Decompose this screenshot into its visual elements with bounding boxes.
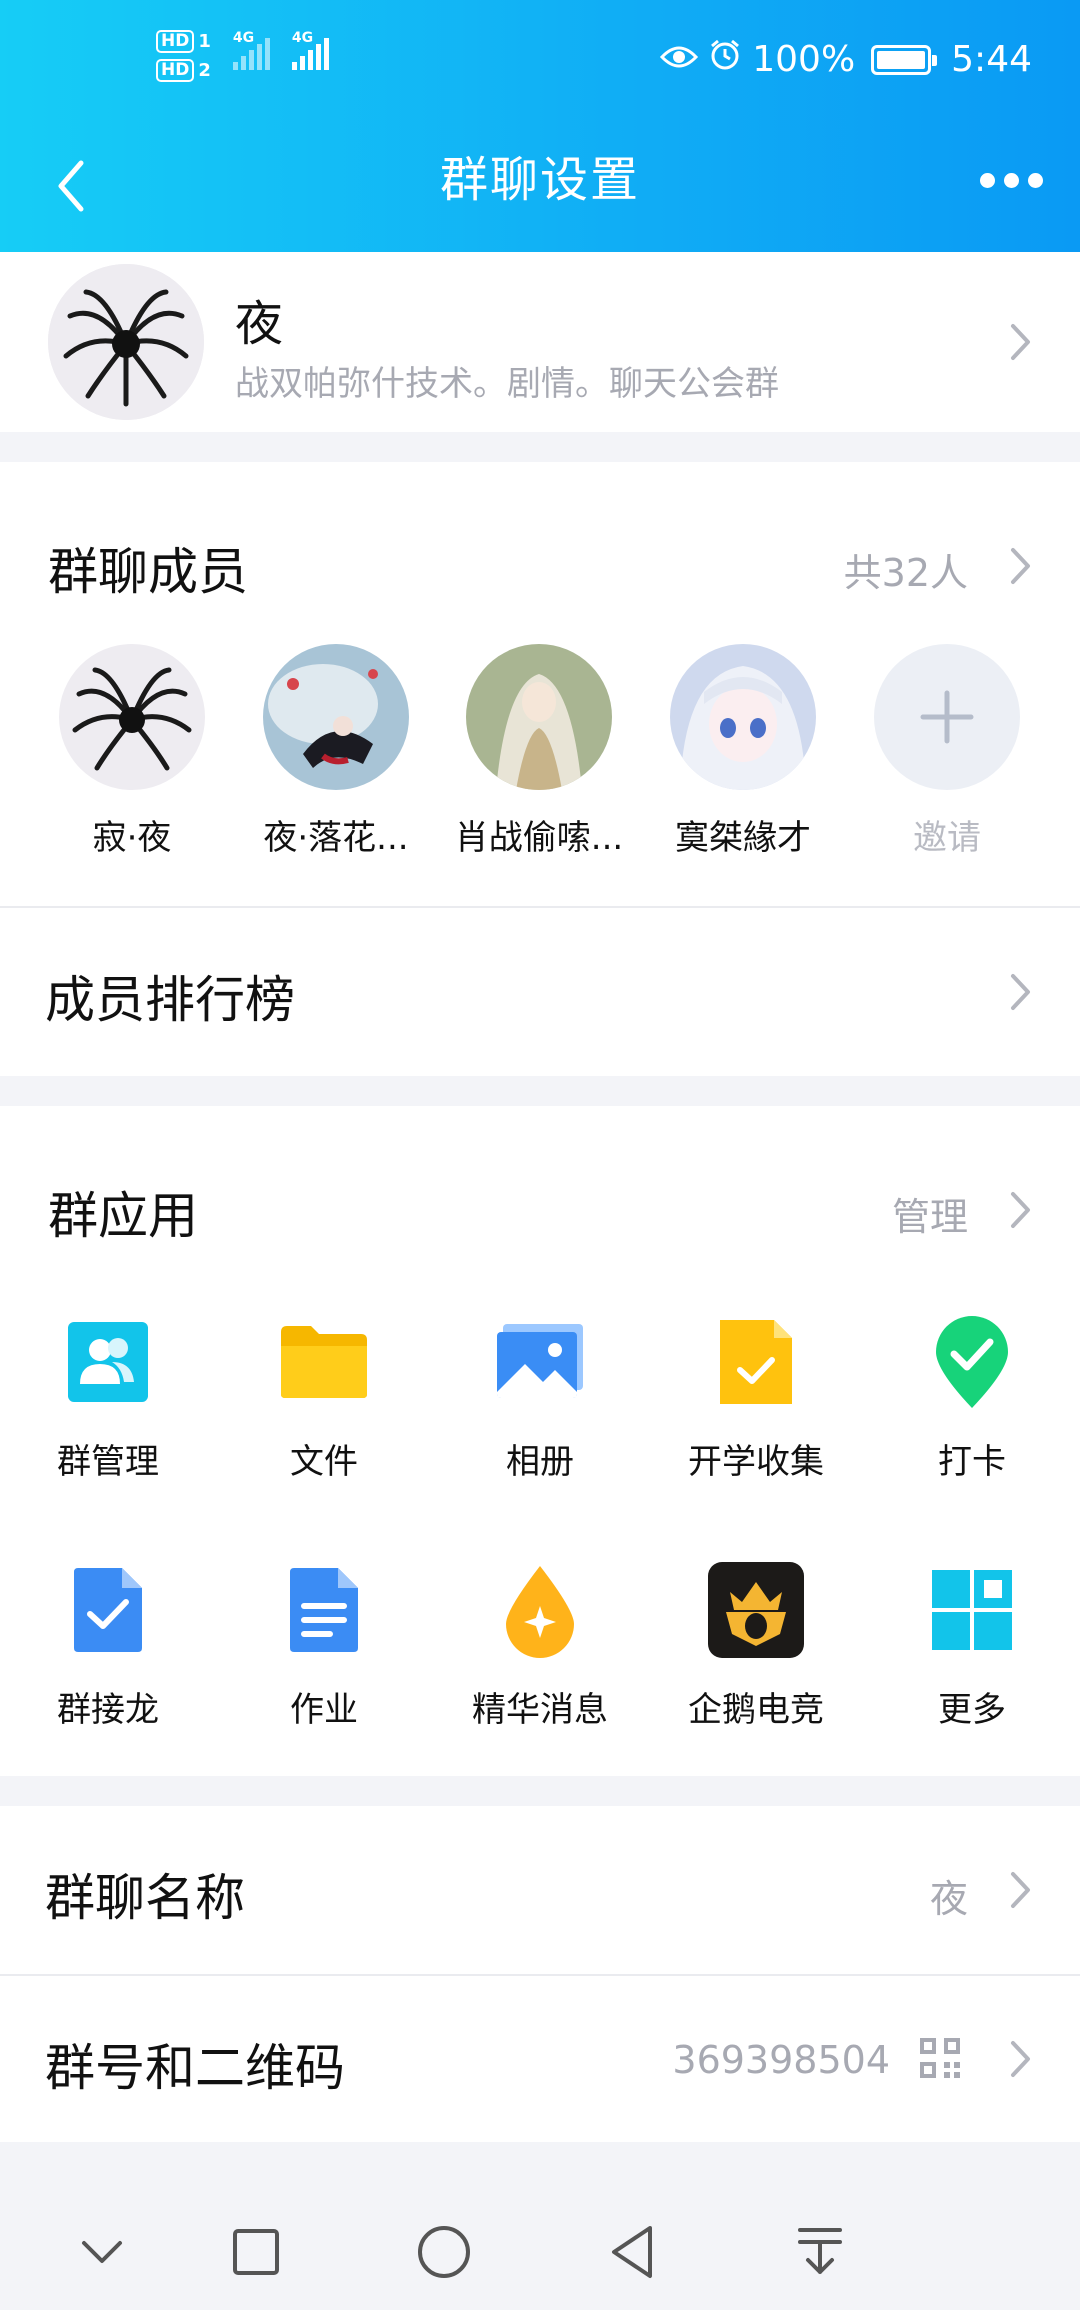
member-ranking-row[interactable]: 成员排行榜 [0, 908, 1080, 1076]
group-name-value: 夜 [929, 1877, 968, 1921]
battery-percent: 100% [752, 39, 856, 80]
member-item[interactable]: 寂·夜 [37, 644, 227, 859]
group-name: 夜 [235, 296, 284, 352]
app-label: 更多 [938, 1690, 1006, 1730]
collapse-button[interactable] [62, 2212, 142, 2292]
triangle-back-icon [612, 2226, 652, 2278]
signal-icon-sim2: 4G [291, 30, 329, 70]
chevron-down-icon [82, 2241, 122, 2263]
status-right: 100% 5:44 [660, 38, 1032, 81]
notification-pulldown-button[interactable] [780, 2212, 860, 2292]
more-button[interactable] [966, 150, 1056, 210]
chevron-right-icon [1011, 974, 1030, 1010]
folder-icon [276, 1314, 372, 1410]
member-name: 寂·夜 [92, 818, 172, 858]
hd-badge-2: HD 2 [156, 59, 211, 82]
add-icon [874, 644, 1020, 790]
alarm-icon [708, 38, 742, 81]
avatar [466, 644, 612, 790]
app-label: 作业 [290, 1690, 358, 1730]
group-apps-section: 群应用 管理 群管理 文件 相册 开学收集 打卡 群接龙 作业 精华消息 企鹅电… [0, 1106, 1080, 1776]
member-name: 夜·落花... [263, 818, 409, 858]
chevron-right-icon [1011, 324, 1030, 360]
chevron-right-icon[interactable] [1008, 546, 1034, 586]
group-id-value: 369398504 [672, 2038, 890, 2082]
group-description: 战双帕弥什技术。剧情。聊天公会群 [235, 364, 779, 404]
app-label: 群管理 [57, 1442, 159, 1482]
member-item[interactable]: 肖战偷嗦... [444, 644, 634, 859]
chevron-right-icon [1011, 2041, 1030, 2077]
relay-icon [60, 1562, 156, 1658]
eye-icon [660, 39, 699, 80]
homework-icon [276, 1562, 372, 1658]
essence-icon [492, 1562, 588, 1658]
member-name: 寞桀緣才 [675, 818, 811, 858]
collect-doc-icon [708, 1314, 804, 1410]
status-bar: HD 1 HD 2 4G 4G 100% 5:44 [0, 0, 1080, 120]
group-avatar [48, 264, 204, 420]
member-count[interactable]: 共32人 [844, 542, 968, 597]
app-more[interactable]: 更多 [864, 1562, 1080, 1731]
app-label: 文件 [290, 1442, 358, 1482]
page-title: 群聊设置 [439, 152, 640, 208]
system-nav-bar [0, 2190, 1080, 2310]
app-relay[interactable]: 群接龙 [0, 1562, 216, 1731]
apps-title: 群应用 [48, 1187, 198, 1245]
group-id-label: 群号和二维码 [45, 2039, 345, 2097]
app-homework[interactable]: 作业 [216, 1562, 432, 1731]
chevron-right-icon[interactable] [1008, 1190, 1034, 1230]
hd-badge-1: HD 1 [156, 30, 211, 53]
app-penguin-esports[interactable]: 企鹅电竞 [648, 1562, 864, 1731]
group-profile-row[interactable]: 夜 战双帕弥什技术。剧情。聊天公会群 [0, 252, 1080, 432]
check-in-icon [924, 1314, 1020, 1410]
network-indicators: HD 1 HD 2 4G 4G [156, 30, 329, 82]
members-row: 寂·夜 夜·落花... 肖战偷嗦... 寞桀緣才 邀请 [0, 644, 1080, 864]
app-label: 开学收集 [688, 1442, 824, 1482]
nav-bar: 群聊设置 [0, 120, 1080, 252]
app-collect[interactable]: 开学收集 [648, 1314, 864, 1483]
member-name: 肖战偷嗦... [454, 818, 624, 858]
app-files[interactable]: 文件 [216, 1314, 432, 1483]
more-grid-icon [924, 1562, 1020, 1658]
app-label: 群接龙 [57, 1690, 159, 1730]
app-header: HD 1 HD 2 4G 4G 100% 5:44 群聊设置 [0, 0, 1080, 252]
member-item[interactable]: 夜·落花... [241, 644, 431, 859]
avatar [670, 644, 816, 790]
back-nav-button[interactable] [592, 2212, 672, 2292]
group-id-qr-row[interactable]: 群号和二维码 369398504 [0, 1976, 1080, 2142]
app-album[interactable]: 相册 [432, 1314, 648, 1483]
members-section: 群聊成员 共32人 寂·夜 夜·落花... 肖战偷嗦... 寞桀緣才 邀请 [0, 462, 1080, 906]
avatar [59, 644, 205, 790]
members-title: 群聊成员 [48, 543, 248, 601]
circle-icon [418, 2226, 470, 2278]
album-icon [492, 1314, 588, 1410]
battery-icon [871, 44, 938, 75]
apps-manage-link[interactable]: 管理 [892, 1186, 968, 1241]
app-group-manage[interactable]: 群管理 [0, 1314, 216, 1483]
app-label: 打卡 [938, 1442, 1006, 1482]
qr-code-icon [920, 2038, 960, 2078]
more-dots-icon [979, 172, 995, 188]
ranking-label: 成员排行榜 [45, 971, 295, 1029]
invite-button[interactable]: 邀请 [852, 644, 1042, 859]
app-label: 精华消息 [472, 1690, 608, 1730]
group-name-row[interactable]: 群聊名称 夜 [0, 1806, 1080, 1974]
clock: 5:44 [951, 39, 1032, 80]
app-essence[interactable]: 精华消息 [432, 1562, 648, 1731]
avatar [263, 644, 409, 790]
penguin-esports-icon [708, 1562, 804, 1658]
chevron-right-icon [1011, 1872, 1030, 1908]
pull-down-icon [798, 2228, 842, 2274]
home-button[interactable] [404, 2212, 484, 2292]
group-manage-icon [60, 1314, 156, 1410]
invite-label: 邀请 [913, 818, 981, 858]
group-name-label: 群聊名称 [45, 1869, 245, 1927]
app-check-in[interactable]: 打卡 [864, 1314, 1080, 1483]
app-label: 相册 [506, 1442, 574, 1482]
recents-button[interactable] [216, 2212, 296, 2292]
member-item[interactable]: 寞桀緣才 [648, 644, 838, 859]
square-icon [233, 2229, 279, 2275]
signal-icon-sim1: 4G [232, 30, 270, 70]
app-label: 企鹅电竞 [688, 1690, 824, 1730]
